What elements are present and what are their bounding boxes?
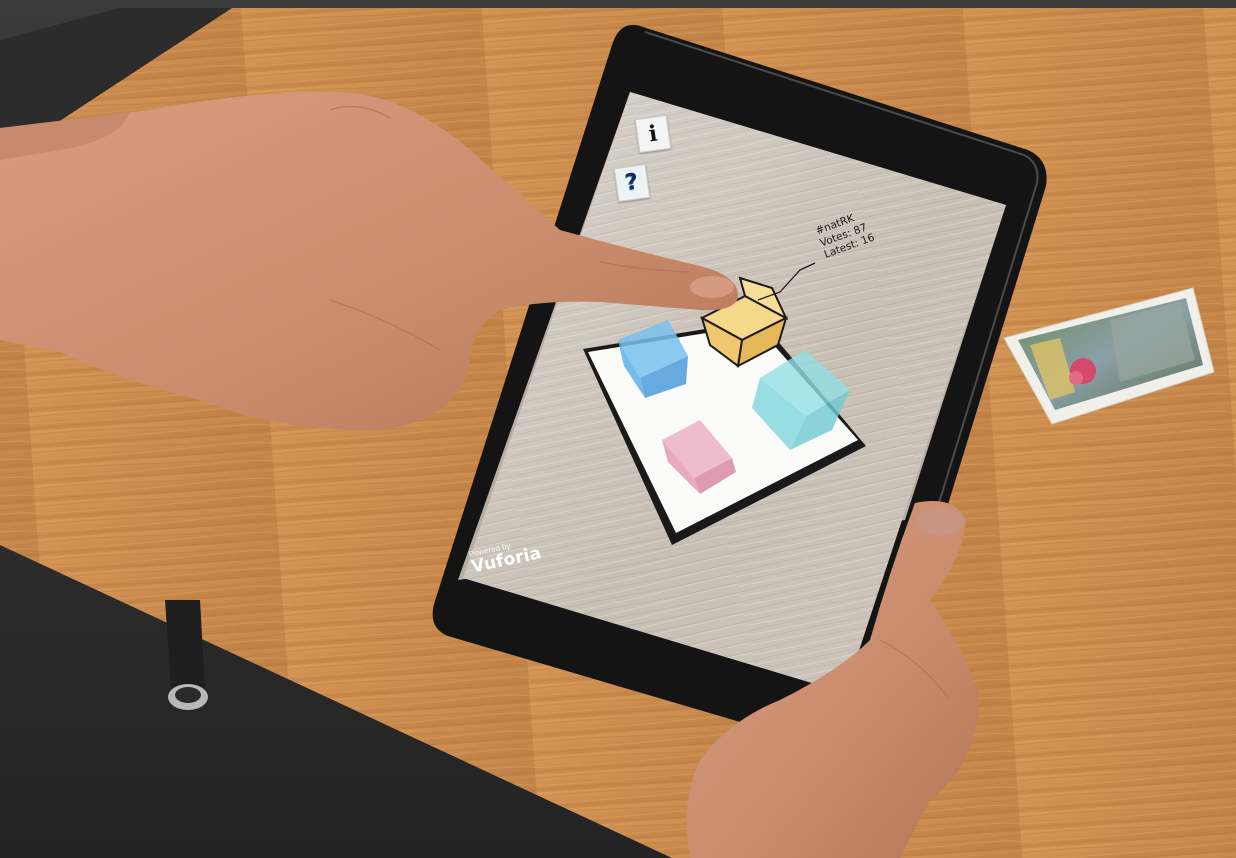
help-button[interactable]: ? (613, 163, 651, 203)
info-icon: i (647, 120, 659, 148)
table-leg-foot-inner (175, 687, 201, 703)
help-icon: ? (623, 169, 640, 196)
info-button[interactable]: i (634, 114, 672, 154)
ar-photo-scene (0, 0, 1236, 858)
